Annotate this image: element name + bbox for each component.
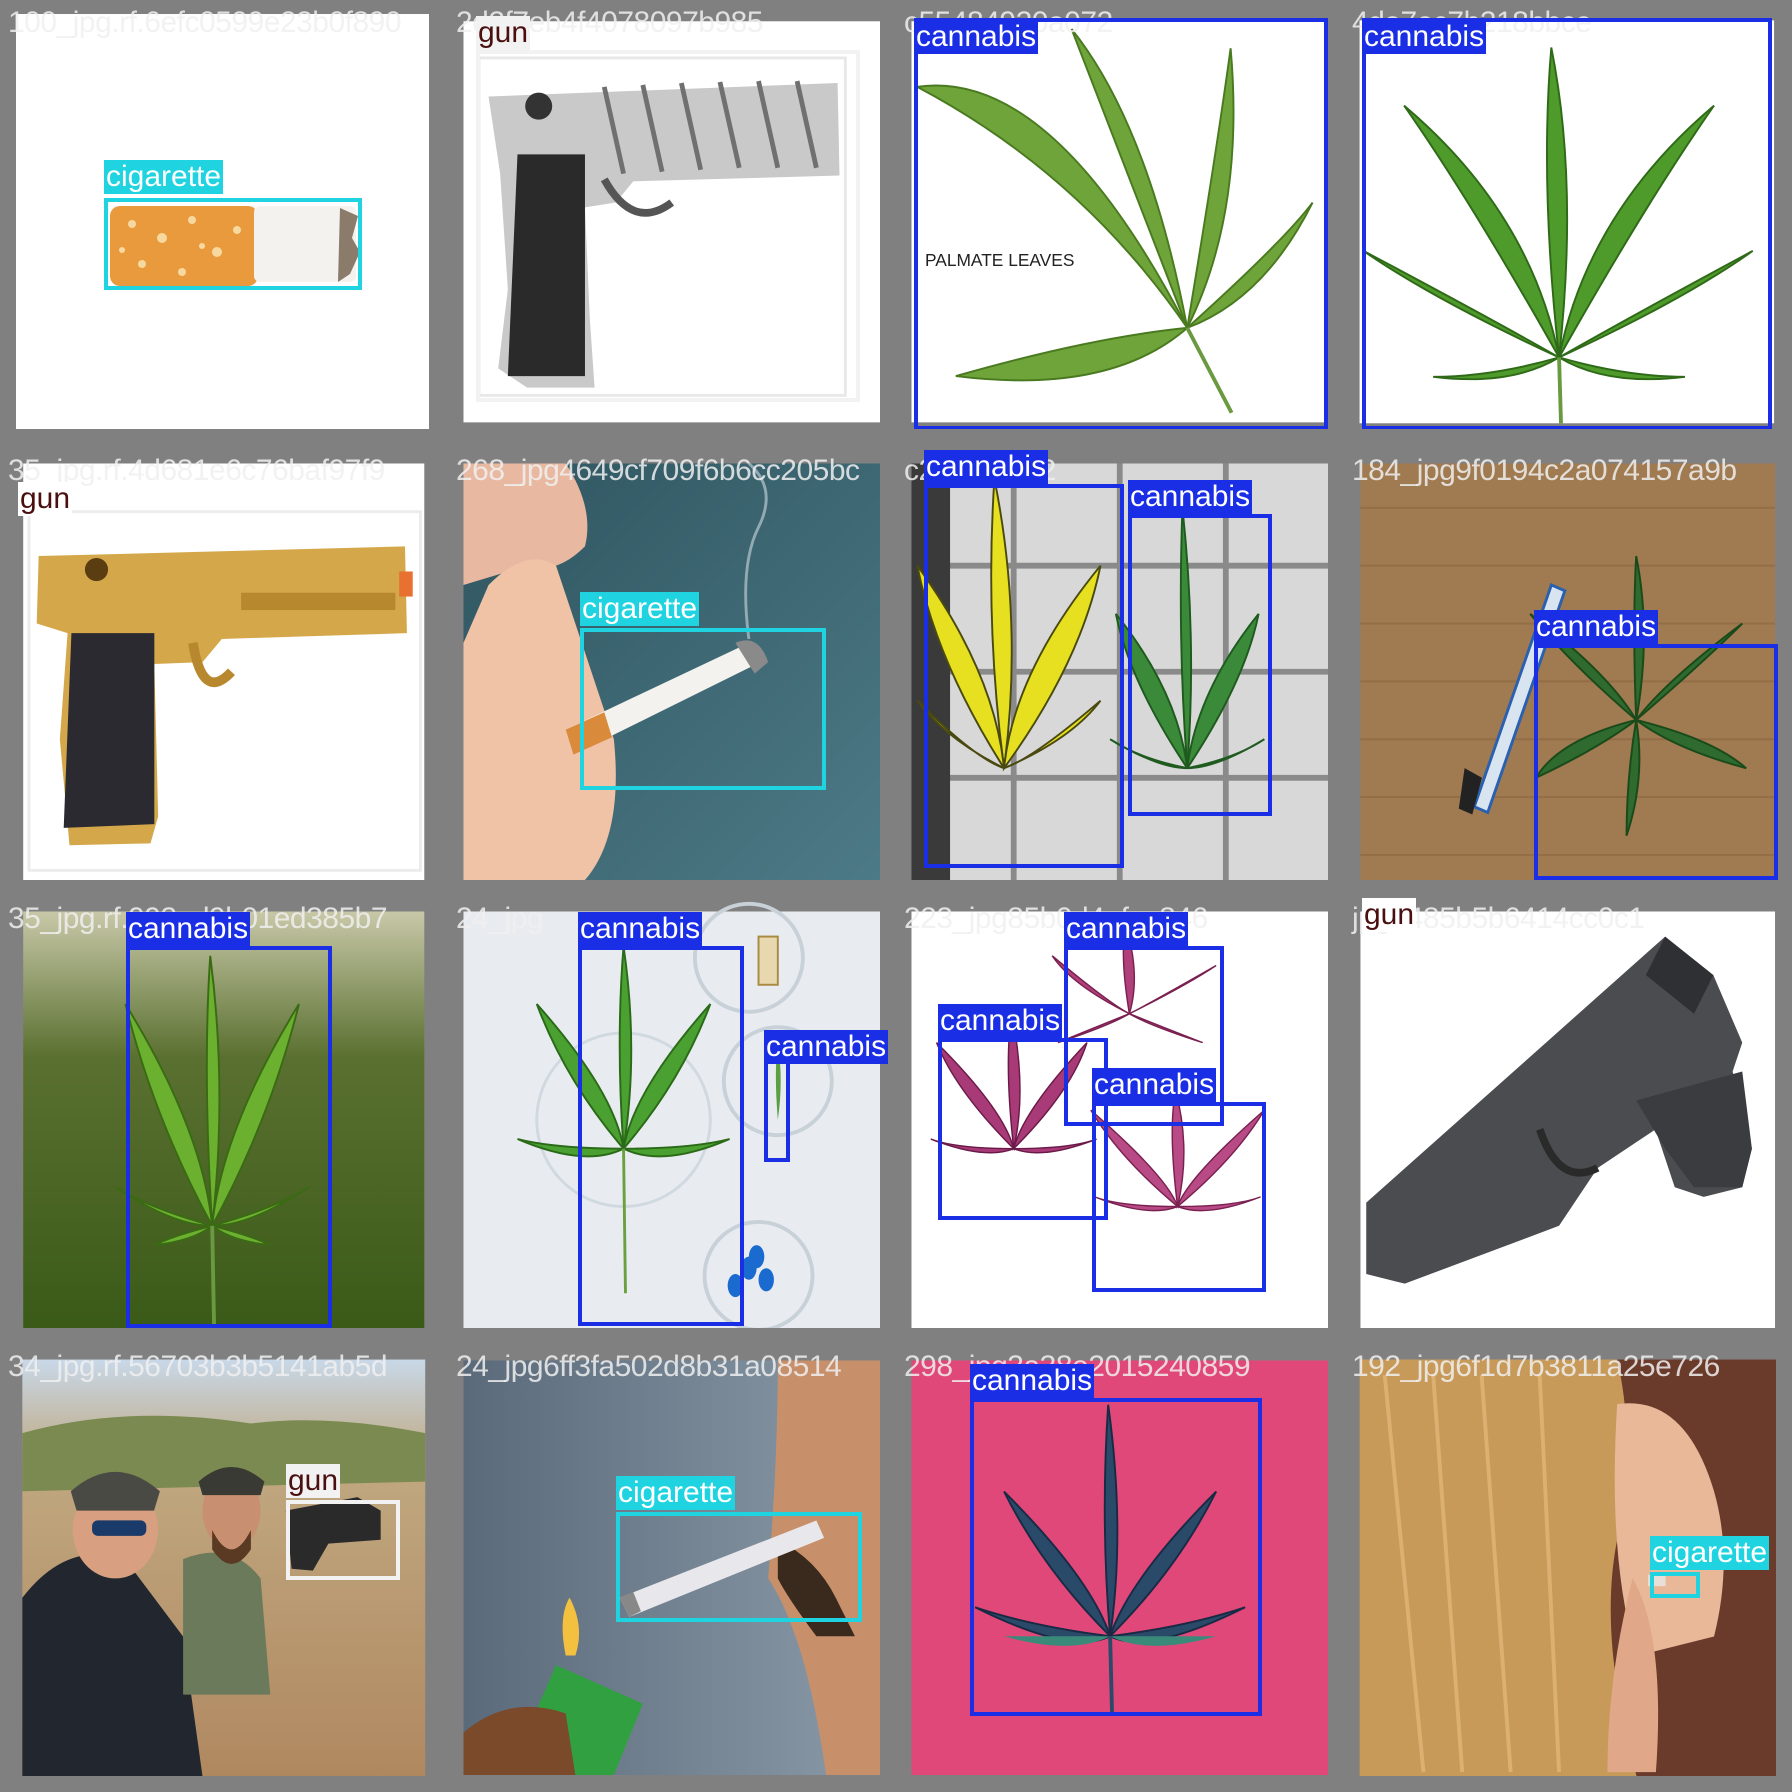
detection-label: cannabis [970,1364,1095,1398]
detection-label: gun [18,482,73,516]
detection-label: cannabis [1128,480,1253,514]
tile-6: c23af5b212 cannabis cannabis [898,450,1344,896]
detection-label: gun [1362,898,1417,932]
detection-box [580,628,826,790]
tile-15: 192_jpg6f1d7b3811a25e726 cigarette [1346,1346,1790,1790]
detection-box [1650,1572,1700,1598]
detection-label: cannabis [126,912,251,946]
detection-box [476,50,860,402]
detection-box [286,1500,400,1580]
detection-label: gun [286,1464,341,1498]
detection-box [578,946,744,1326]
tile-3: 4da7ec7b218bbce cannabis [1346,2,1790,429]
detection-box [914,18,1328,429]
detection-label: cannabis [1092,1068,1217,1102]
tile-5: 268_jpg4649cf709f6b6cc205bc cigarette [450,450,896,896]
detection-box [616,1512,862,1622]
detection-box [104,198,362,290]
detection-label: cigarette [616,1476,736,1510]
tile-0: 100_jpg.rf.6efc0599e23b0f890 cigarette [2,2,429,429]
detection-label: cannabis [938,1004,1063,1038]
tile-filename: 34_jpg.rf.56703b3b5141ab5d [8,1350,388,1383]
detection-box [938,1038,1108,1220]
detection-label: cannabis [764,1030,889,1064]
detection-box [126,946,332,1328]
tile-8: 35_jpg.rf.993ad9b01ed385b7 cannabis [2,898,429,1344]
detection-grid: 100_jpg.rf.6efc0599e23b0f890 cigarette 2… [0,0,1792,1792]
tile-14: 298_jpg3a38e2015240859 cannabis [898,1346,1344,1790]
tile-10: 223_jpg85b0d4afce846 cannabis cannabis c… [898,898,1344,1344]
tile-4: 35_jpg.rf.4d681e6c76baf97f9 gun [2,450,429,896]
detection-label: cannabis [1064,912,1189,946]
detection-label: cigarette [580,592,700,626]
detection-label: cigarette [1650,1536,1770,1570]
tile-7: 184_jpg9f0194c2a074157a9b cannabis [1346,450,1790,896]
detection-label: cannabis [914,20,1039,54]
detection-box [970,1398,1262,1716]
detection-box [924,484,1124,868]
detection-box [1534,644,1778,880]
tile-filename: 24_jpg [456,902,544,935]
detection-label: gun [476,16,531,50]
detection-box [764,1052,790,1162]
detection-label: cannabis [578,912,703,946]
detection-box [1092,1102,1266,1292]
black-pistol-image [1360,911,1776,1328]
tile-12: 34_jpg.rf.56703b3b5141ab5d gun [2,1346,429,1790]
tile-filename: 192_jpg6f1d7b3811a25e726 [1352,1350,1720,1383]
tile-filename: 184_jpg9f0194c2a074157a9b [1352,454,1737,487]
tile-2: PALMATE LEAVES c55484920a072 cannabis [898,2,1344,429]
tile-filename: 24_jpg6ff3fa502d8b31a08514 [456,1350,842,1383]
tile-filename: 100_jpg.rf.6efc0599e23b0f890 [8,6,402,39]
detection-box [1362,18,1772,429]
tile-11: jpg7485b5b6414cc0c1 gun [1346,898,1790,1344]
detection-label: cannabis [1534,610,1659,644]
detection-label: cigarette [104,160,224,194]
detection-box [1128,514,1272,816]
tile-filename: 268_jpg4649cf709f6b6cc205bc [456,454,860,487]
tile-13: 24_jpg6ff3fa502d8b31a08514 cigarette [450,1346,896,1790]
detection-label: cannabis [1362,20,1487,54]
detection-label: cannabis [924,450,1049,484]
tile-1: 2d2f7eb4f4078097b985 gun [450,2,896,429]
tile-9: 24_jpg cannabis cannabis [450,898,896,1344]
